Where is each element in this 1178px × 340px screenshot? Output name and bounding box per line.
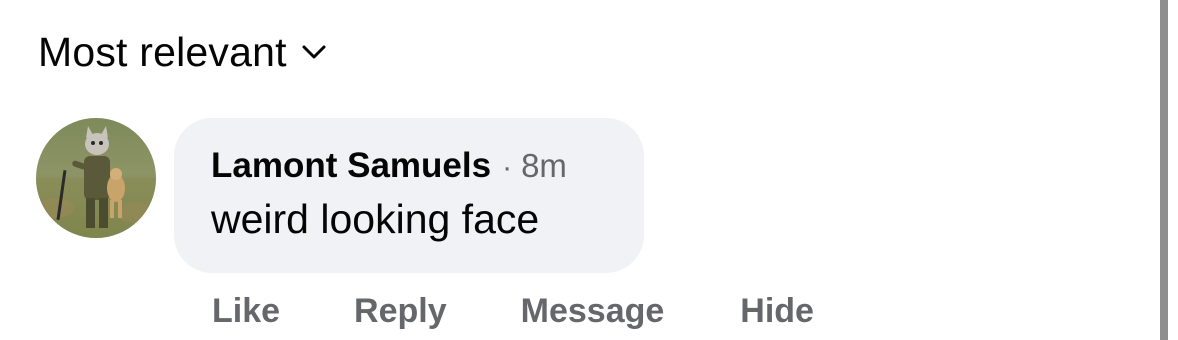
comment-text: weird looking face: [211, 196, 540, 242]
chevron-down-icon: [301, 42, 327, 62]
comment-actions: Like Reply Message Hide: [212, 292, 814, 331]
scrollbar[interactable]: [1160, 0, 1168, 340]
reply-button[interactable]: Reply: [354, 292, 447, 331]
comments-section: Most relevant Lamont Samuels · 8m weird …: [0, 0, 1178, 340]
comment-timestamp[interactable]: 8m: [521, 147, 567, 185]
comment-meta: Lamont Samuels · 8m: [211, 146, 606, 186]
hide-button[interactable]: Hide: [740, 292, 814, 331]
sort-dropdown[interactable]: Most relevant: [38, 28, 327, 76]
like-button[interactable]: Like: [212, 292, 280, 331]
sort-label: Most relevant: [38, 29, 287, 75]
meta-separator: ·: [502, 151, 513, 184]
message-button[interactable]: Message: [521, 292, 665, 331]
comment-author[interactable]: Lamont Samuels: [211, 146, 491, 186]
comment-bubble: Lamont Samuels · 8m weird looking face: [174, 118, 644, 273]
avatar[interactable]: [36, 118, 156, 238]
